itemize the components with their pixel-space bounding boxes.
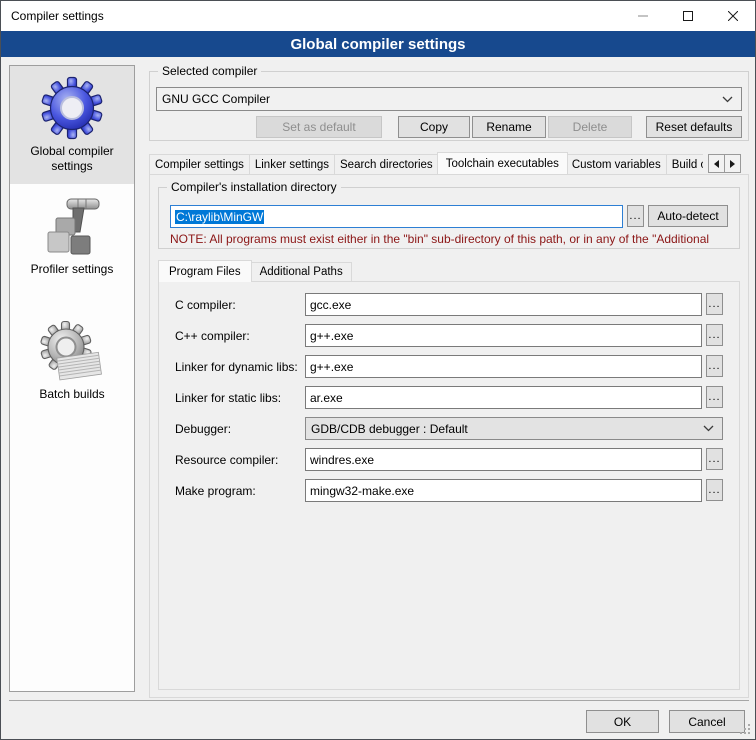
sidebar-item-global-compiler-settings[interactable]: Global compiler settings [10,66,134,184]
installation-directory-selected-text: C:\raylib\MinGW [175,210,264,224]
set-as-default-button: Set as default [256,116,382,138]
sidebar-item-batch-builds[interactable]: Batch builds [10,309,134,412]
blue-gear-icon [40,76,104,140]
make-program-browse-button[interactable]: ... [706,479,723,501]
tab-compiler-settings[interactable]: Compiler settings [149,154,250,174]
selected-compiler-dropdown[interactable]: GNU GCC Compiler [156,87,742,111]
settings-category-list: Global compiler settings [9,65,135,692]
installation-directory-input[interactable]: C:\raylib\MinGW [170,205,623,228]
toolchain-executables-panel: Compiler's installation directory C:\ray… [149,174,749,698]
tab-scroll-arrows [708,154,741,173]
cpp-compiler-row: C++ compiler: ... [175,324,723,347]
linker-static-row: Linker for static libs: ... [175,386,723,409]
selected-compiler-value: GNU GCC Compiler [162,92,722,106]
toolchain-inner-tabstrip: Program Files Additional Paths [158,259,740,281]
main-content: Selected compiler GNU GCC Compiler Set a… [149,65,749,698]
ok-button[interactable]: OK [586,710,659,733]
tab-linker-settings[interactable]: Linker settings [249,154,335,174]
linker-dynamic-browse-button[interactable]: ... [706,355,723,377]
close-button[interactable] [710,1,755,31]
arrow-left-icon [714,160,719,168]
cpp-compiler-input[interactable] [305,324,702,347]
linker-static-label: Linker for static libs: [175,391,305,405]
selected-compiler-group-label: Selected compiler [158,64,261,78]
linker-dynamic-label: Linker for dynamic libs: [175,360,305,374]
window-title: Compiler settings [1,9,104,23]
chevron-down-icon [703,425,714,432]
gray-gear-stack-icon [40,319,104,383]
debugger-label: Debugger: [175,422,305,436]
installation-directory-group-label: Compiler's installation directory [167,180,341,194]
tab-toolchain-executables[interactable]: Toolchain executables [437,152,568,174]
debugger-row: Debugger: GDB/CDB debugger : Default [175,417,723,440]
sidebar-item-profiler-settings[interactable]: Profiler settings [10,184,134,287]
installation-directory-group: Compiler's installation directory C:\ray… [158,187,740,249]
resource-compiler-label: Resource compiler: [175,453,305,467]
linker-dynamic-row: Linker for dynamic libs: ... [175,355,723,378]
tabs-clip: Compiler settings Linker settings Search… [149,151,703,174]
installation-directory-row: C:\raylib\MinGW ... Auto-detect [170,205,728,228]
linker-static-input[interactable] [305,386,702,409]
tab-search-directories[interactable]: Search directories [334,154,439,174]
c-compiler-input[interactable] [305,293,702,316]
sidebar-item-label: Profiler settings [12,262,132,277]
maximize-icon [683,11,693,21]
titlebar: Compiler settings [1,1,755,31]
debugger-value: GDB/CDB debugger : Default [311,422,703,436]
tab-scroll-left-button[interactable] [708,154,725,173]
rename-button[interactable]: Rename [472,116,546,138]
installation-note: NOTE: All programs must exist either in … [170,232,728,246]
window-controls [620,1,755,31]
sidebar-item-label: Global compiler settings [12,144,132,174]
tab-custom-variables[interactable]: Custom variables [566,154,667,174]
settings-tabstrip: Compiler settings Linker settings Search… [149,151,749,174]
reset-defaults-button[interactable]: Reset defaults [646,116,742,138]
browse-directory-button[interactable]: ... [627,205,644,227]
resource-compiler-browse-button[interactable]: ... [706,448,723,470]
minimize-icon [638,11,648,21]
resource-compiler-input[interactable] [305,448,702,471]
selected-compiler-group: Selected compiler GNU GCC Compiler Set a… [149,71,749,141]
resource-compiler-row: Resource compiler: ... [175,448,723,471]
program-files-panel: C compiler: ... C++ compiler: ... Linker… [158,281,740,690]
tab-build-options[interactable]: Build options [666,154,703,174]
cancel-button[interactable]: Cancel [669,710,745,733]
c-compiler-label: C compiler: [175,298,305,312]
minimize-button[interactable] [620,1,665,31]
tab-program-files[interactable]: Program Files [158,260,252,282]
sidebar-item-label: Batch builds [12,387,132,402]
footer-separator [9,700,749,701]
tab-additional-paths[interactable]: Additional Paths [251,262,352,281]
maximize-button[interactable] [665,1,710,31]
arrow-right-icon [730,160,735,168]
debugger-dropdown[interactable]: GDB/CDB debugger : Default [305,417,723,440]
make-program-label: Make program: [175,484,305,498]
linker-static-browse-button[interactable]: ... [706,386,723,408]
resize-grip[interactable] [740,724,752,736]
copy-button[interactable]: Copy [398,116,470,138]
cpp-compiler-browse-button[interactable]: ... [706,324,723,346]
compiler-settings-dialog: Compiler settings Global compiler settin… [0,0,756,740]
delete-button: Delete [548,116,632,138]
chevron-down-icon [722,96,733,103]
c-compiler-row: C compiler: ... [175,293,723,316]
tab-scroll-right-button[interactable] [724,154,741,173]
cpp-compiler-label: C++ compiler: [175,329,305,343]
make-program-input[interactable] [305,479,702,502]
c-compiler-browse-button[interactable]: ... [706,293,723,315]
caliper-blocks-icon [40,194,104,258]
banner-title: Global compiler settings [290,36,465,53]
dialog-banner: Global compiler settings [1,31,755,57]
auto-detect-button[interactable]: Auto-detect [648,205,728,227]
compiler-buttons-row: Set as default Copy Rename Delete Reset … [156,116,742,138]
close-icon [728,11,738,21]
make-program-row: Make program: ... [175,479,723,502]
linker-dynamic-input[interactable] [305,355,702,378]
